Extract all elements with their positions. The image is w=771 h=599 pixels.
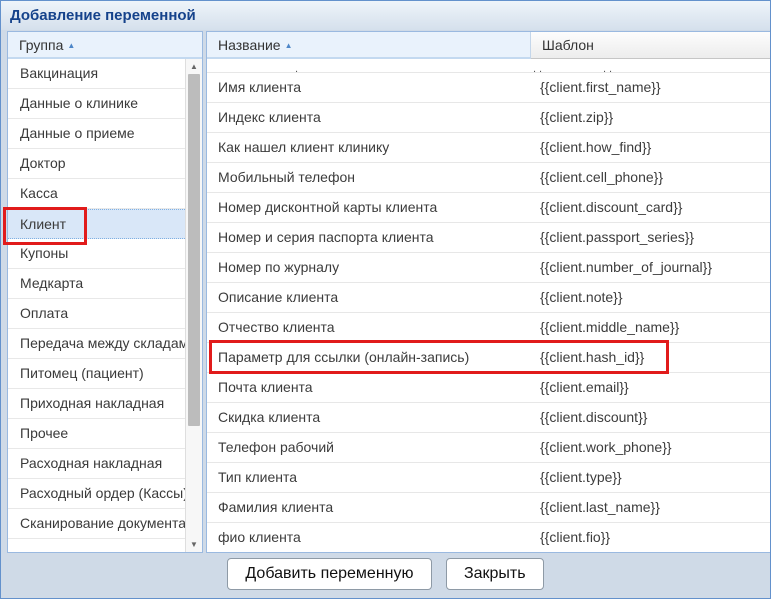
- variable-template: {{client.fio}}: [531, 523, 771, 552]
- variable-template: {{client.how_find}}: [531, 133, 771, 162]
- variable-name: Телефон рабочий: [207, 433, 531, 462]
- table-row[interactable]: фио клиента{{client.fio}}: [207, 523, 771, 552]
- sidebar-item[interactable]: Оплата: [8, 299, 185, 329]
- sidebar-item[interactable]: Доктор: [8, 149, 185, 179]
- table-header: Название ▲ Шаблон: [207, 32, 771, 59]
- name-column-header[interactable]: Название ▲: [207, 32, 531, 59]
- sidebar-item[interactable]: Клиент: [8, 209, 185, 239]
- variable-template: {{client.hash_id}}: [531, 343, 771, 372]
- sidebar-item[interactable]: Медкарта: [8, 269, 185, 299]
- variable-template: {{client.type}}: [531, 463, 771, 492]
- variable-name: Имя клиента: [207, 73, 531, 102]
- variable-name: Как нашел клиент клинику: [207, 133, 531, 162]
- variable-template: {{client.work_phone}}: [531, 433, 771, 462]
- table-row[interactable]: Номер по журналу{{client.number_of_journ…: [207, 253, 771, 283]
- sidebar-item[interactable]: Вакцинация: [8, 59, 185, 89]
- table-row[interactable]: Мобильный телефон{{client.cell_phone}}: [207, 163, 771, 193]
- sidebar-item[interactable]: Данные о приеме: [8, 119, 185, 149]
- clipped-text-fragment: .: [295, 63, 301, 73]
- variable-template: {{client.email}}: [531, 373, 771, 402]
- variable-template: {{client.last_name}}: [531, 493, 771, 522]
- close-button[interactable]: Закрыть: [446, 558, 544, 590]
- variable-template: {{client.middle_name}}: [531, 313, 771, 342]
- table-row[interactable]: Телефон рабочий{{client.work_phone}}: [207, 433, 771, 463]
- variable-template: {{client.discount_card}}: [531, 193, 771, 222]
- group-panel: Группа ▲ ВакцинацияДанные о клиникеДанные…: [7, 31, 203, 553]
- table-row[interactable]: Номер и серия паспорта клиента{{client.p…: [207, 223, 771, 253]
- template-column-header[interactable]: Шаблон: [531, 32, 771, 59]
- table-rows: Имя клиента{{client.first_name}}Индекс к…: [207, 73, 771, 552]
- variable-name: Тип клиента: [207, 463, 531, 492]
- clipped-text-fragment: ..: [533, 63, 545, 73]
- group-column-label: Группа: [19, 37, 63, 53]
- dialog-footer: Добавить переменную Закрыть: [1, 558, 770, 599]
- sidebar-item[interactable]: Расходный ордер (Кассы): [8, 479, 185, 509]
- table-row[interactable]: Описание клиента{{client.note}}: [207, 283, 771, 313]
- clipped-text-fragment: ..: [603, 63, 615, 73]
- table-row[interactable]: Отчество клиента{{client.middle_name}}: [207, 313, 771, 343]
- table-row[interactable]: Скидка клиента{{client.discount}}: [207, 403, 771, 433]
- variable-name: Индекс клиента: [207, 103, 531, 132]
- group-list-scrollbar[interactable]: ▲ ▼: [185, 59, 202, 552]
- add-variable-dialog: Добавление переменной Группа ▲ Вакцинация…: [0, 0, 771, 599]
- variables-table: ..... Имя клиента{{client.first_name}}Ин…: [207, 59, 771, 552]
- name-column-label: Название: [218, 37, 281, 53]
- variable-template: {{client.first_name}}: [531, 73, 771, 102]
- variable-template: {{client.passport_series}}: [531, 223, 771, 252]
- variable-name: Скидка клиента: [207, 403, 531, 432]
- variable-template: {{client.discount}}: [531, 403, 771, 432]
- variable-template: {{client.note}}: [531, 283, 771, 312]
- variable-template: {{client.number_of_journal}}: [531, 253, 771, 282]
- variable-name: Мобильный телефон: [207, 163, 531, 192]
- table-row[interactable]: Почта клиента{{client.email}}: [207, 373, 771, 403]
- variable-name: Отчество клиента: [207, 313, 531, 342]
- table-row[interactable]: Фамилия клиента{{client.last_name}}: [207, 493, 771, 523]
- sidebar-item[interactable]: Купоны: [8, 239, 185, 269]
- table-row[interactable]: Как нашел клиент клинику{{client.how_fin…: [207, 133, 771, 163]
- dialog-title: Добавление переменной: [1, 1, 770, 30]
- sidebar-item[interactable]: Передача между складами: [8, 329, 185, 359]
- table-row[interactable]: Номер дисконтной карты клиента{{client.d…: [207, 193, 771, 223]
- group-column-header[interactable]: Группа ▲: [8, 32, 202, 59]
- variable-name: Фамилия клиента: [207, 493, 531, 522]
- sidebar-item[interactable]: Касса: [8, 179, 185, 209]
- sidebar-item[interactable]: Данные о клинике: [8, 89, 185, 119]
- scroll-up-icon[interactable]: ▲: [186, 59, 202, 74]
- sidebar-item[interactable]: Расходная накладная: [8, 449, 185, 479]
- clipped-row[interactable]: .....: [207, 59, 771, 73]
- variable-template: {{client.zip}}: [531, 103, 771, 132]
- table-row[interactable]: Тип клиента{{client.type}}: [207, 463, 771, 493]
- variable-name: фио клиента: [207, 523, 531, 552]
- variable-template: {{client.cell_phone}}: [531, 163, 771, 192]
- variable-name: Параметр для ссылки (онлайн-запись): [207, 343, 531, 372]
- sort-asc-icon: ▲: [285, 41, 293, 50]
- variable-name: Номер по журналу: [207, 253, 531, 282]
- add-variable-button[interactable]: Добавить переменную: [227, 558, 431, 590]
- scrollbar-thumb[interactable]: [188, 74, 200, 426]
- table-row[interactable]: Индекс клиента{{client.zip}}: [207, 103, 771, 133]
- variables-panel: Название▲ Шаблон ..... Имя клиента{{clie…: [206, 31, 771, 553]
- table-row[interactable]: Параметр для ссылки (онлайн-запись){{cli…: [207, 343, 771, 373]
- sidebar-item[interactable]: Сканирование документа: [8, 509, 185, 539]
- table-row[interactable]: Имя клиента{{client.first_name}}: [207, 73, 771, 103]
- scroll-down-icon[interactable]: ▼: [186, 537, 202, 552]
- variable-name: Номер и серия паспорта клиента: [207, 223, 531, 252]
- sidebar-item[interactable]: Приходная накладная: [8, 389, 185, 419]
- variable-name: Описание клиента: [207, 283, 531, 312]
- variable-name: Почта клиента: [207, 373, 531, 402]
- group-list: ВакцинацияДанные о клиникеДанные о прием…: [8, 59, 185, 552]
- sort-asc-icon: ▲: [67, 41, 75, 50]
- sidebar-item[interactable]: Питомец (пациент): [8, 359, 185, 389]
- variable-name: Номер дисконтной карты клиента: [207, 193, 531, 222]
- template-column-label: Шаблон: [542, 37, 594, 53]
- sidebar-item[interactable]: Прочее: [8, 419, 185, 449]
